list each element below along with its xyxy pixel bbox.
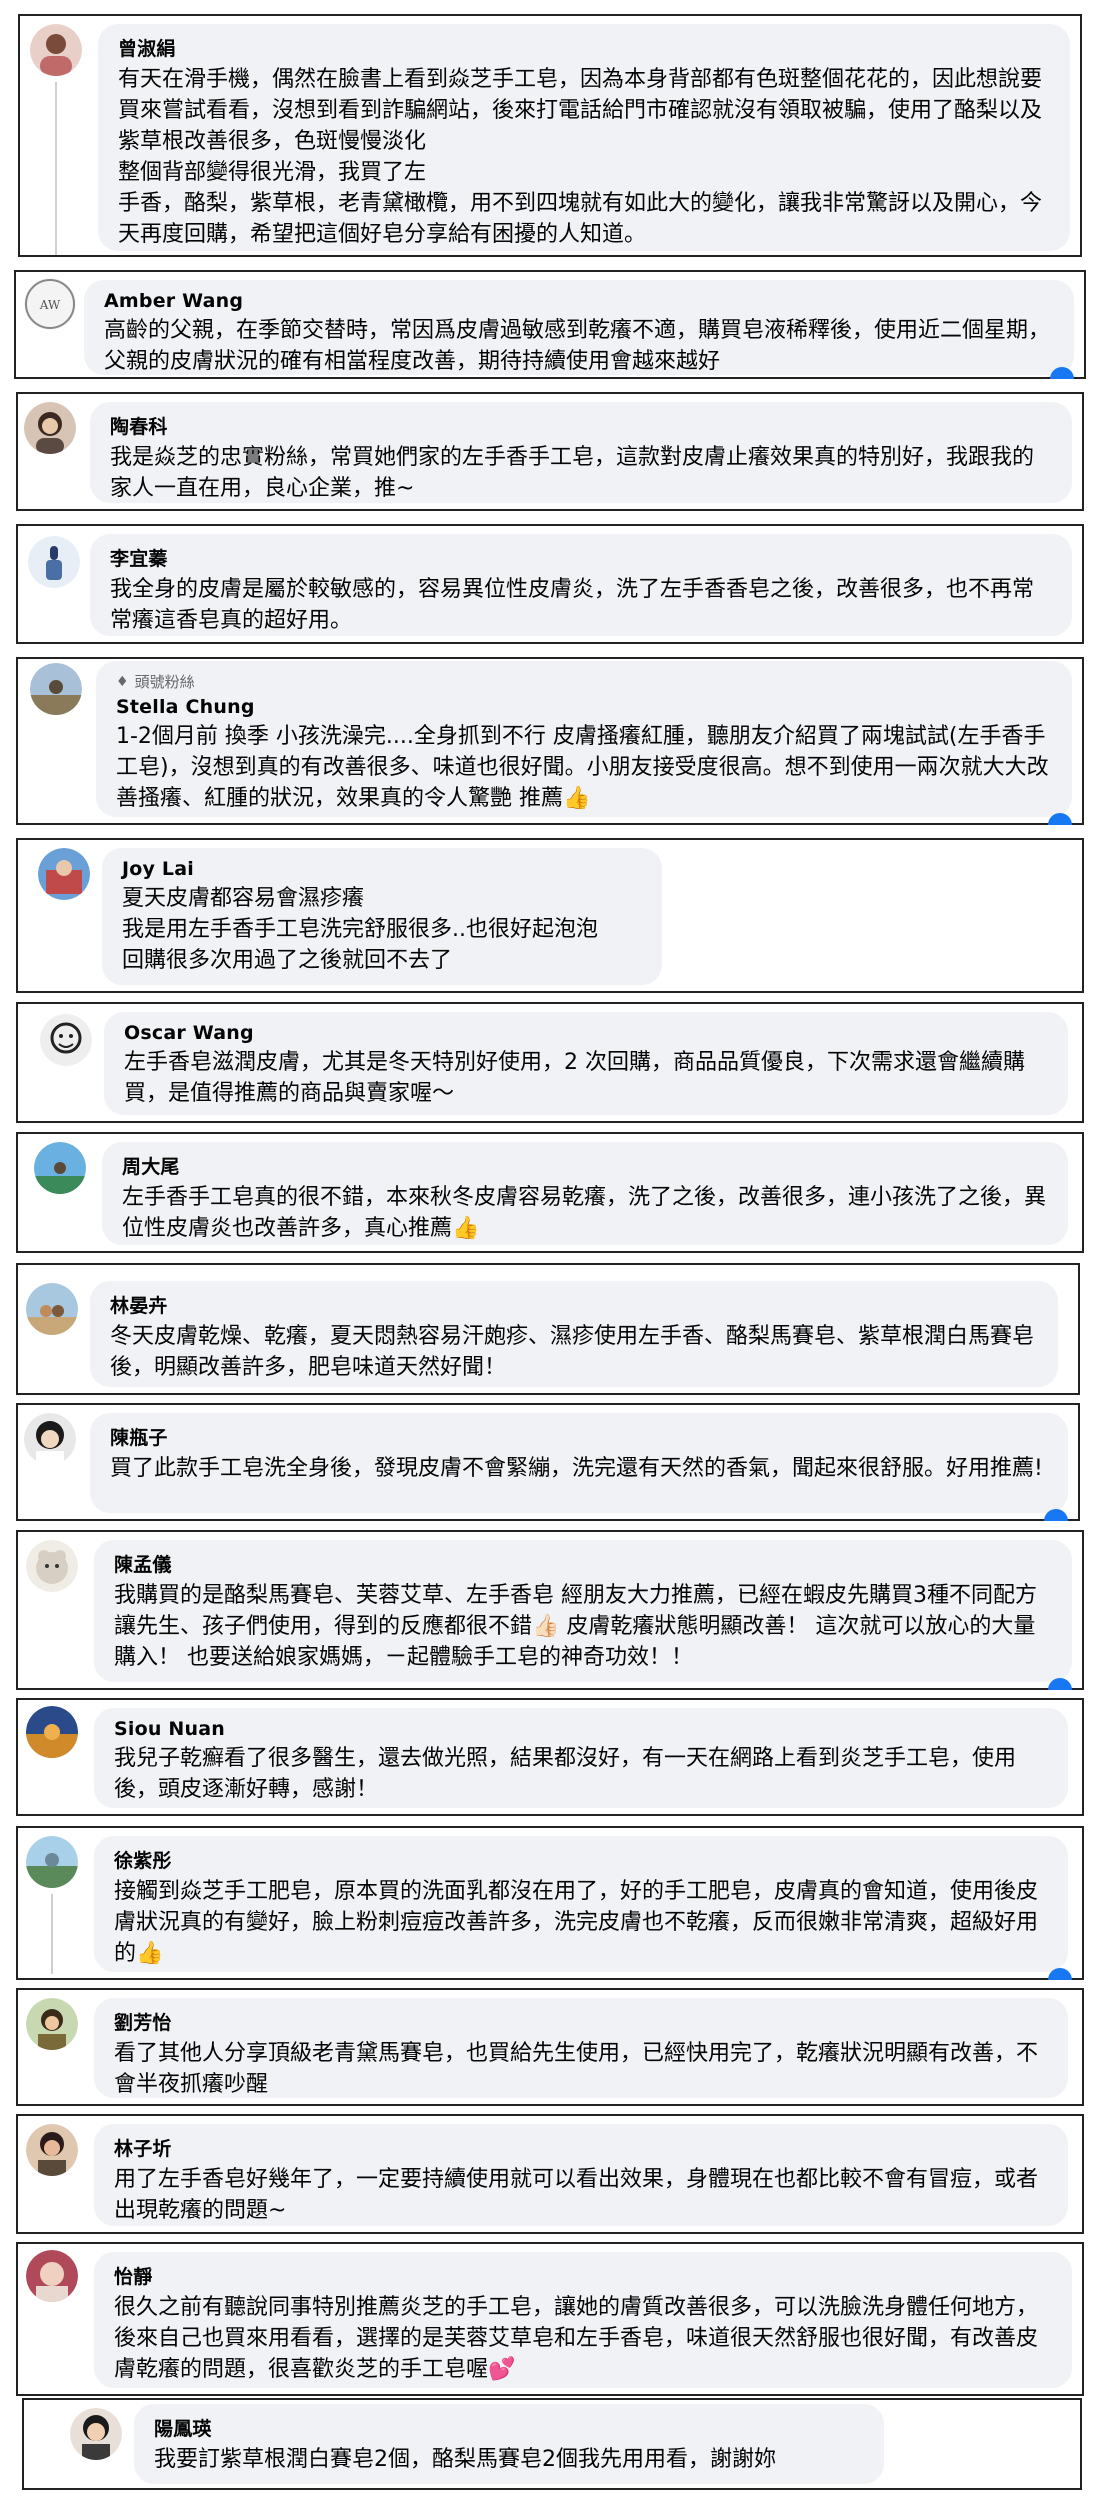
commenter-name[interactable]: 陳孟儀 [114, 1550, 1052, 1577]
comment-bubble: 怡靜 很久之前有聽說同事特別推薦炎芝的手工皂，讓她的膚質改善很多，可以洗臉洗身體… [94, 2252, 1072, 2388]
comment-bubble: 李宜蓁 我全身的皮膚是屬於較敏感的，容易異位性皮膚炎，洗了左手香香皂之後，改善很… [90, 534, 1072, 636]
diamond-icon: ♦ [116, 673, 129, 690]
reaction-icon[interactable] [1048, 813, 1072, 825]
comment-text: 我兒子乾癬看了很多醫生，還去做光照，結果都沒好，有一天在網路上看到炎芝手工皂，使… [114, 1746, 1017, 1802]
avatar[interactable] [26, 2124, 78, 2176]
comment-bubble: 陽鳳瑛 我要訂紫草根潤白賽皂2個，酪梨馬賽皂2個我先用用看，謝謝妳 [134, 2404, 884, 2484]
comment-text: 我全身的皮膚是屬於較敏感的，容易異位性皮膚炎，洗了左手香香皂之後，改善很多，也不… [110, 577, 1035, 633]
avatar[interactable] [24, 402, 76, 454]
avatar[interactable] [24, 1413, 76, 1465]
badge-label: 頭號粉絲 [134, 673, 195, 691]
comment-card: Siou Nuan 我兒子乾癬看了很多醫生，還去做光照，結果都沒好，有一天在網路… [16, 1698, 1084, 1816]
avatar[interactable] [26, 1706, 78, 1758]
reaction-icon[interactable] [1048, 1678, 1072, 1690]
commenter-name[interactable]: 曾淑絹 [118, 34, 1050, 61]
comment-card: 李宜蓁 我全身的皮膚是屬於較敏感的，容易異位性皮膚炎，洗了左手香香皂之後，改善很… [16, 524, 1084, 644]
reaction-icon[interactable] [1044, 1509, 1068, 1521]
comment-text: 夏天皮膚都容易會濕疹癢 我是用左手香手工皂洗完舒服很多..也很好起泡泡 回購很多… [122, 886, 598, 973]
commenter-name[interactable]: 陶春科 [110, 412, 1052, 439]
avatar[interactable] [30, 663, 82, 715]
commenter-name[interactable]: 林晏卉 [110, 1291, 1038, 1318]
avatar[interactable] [38, 848, 90, 900]
comment-card: 陳瓶子 買了此款手工皂洗全身後，發現皮膚不會緊繃，洗完還有天然的香氣，聞起來很舒… [16, 1403, 1080, 1521]
comment-bubble: Amber Wang 高齡的父親，在季節交替時，常因爲皮膚過敏感到乾癢不適，購買… [84, 280, 1074, 375]
avatar[interactable] [70, 2408, 122, 2460]
comment-bubble: 陶春科 我是焱芝的忠實粉絲，常買她們家的左手香手工皂，這款對皮膚止癢效果真的特別… [90, 402, 1072, 503]
comment-text: 我是焱芝的忠實粉絲，常買她們家的左手香手工皂，這款對皮膚止癢效果真的特別好，我跟… [110, 445, 1035, 501]
comment-card: 林晏卉 冬天皮膚乾燥、乾癢，夏天悶熱容易汗皰疹、濕疹使用左手香、酪梨馬賽皂、紫草… [16, 1263, 1080, 1395]
commenter-name[interactable]: 怡靜 [114, 2262, 1052, 2289]
comment-bubble: ♦ 頭號粉絲 Stella Chung 1-2個月前 換季 小孩洗澡完....全身… [96, 661, 1072, 817]
commenter-name[interactable]: Joy Lai [122, 858, 642, 880]
avatar[interactable] [26, 1540, 78, 1592]
reaction-icon[interactable] [1048, 1968, 1072, 1980]
commenter-name[interactable]: Amber Wang [104, 290, 1054, 312]
commenter-name[interactable]: Siou Nuan [114, 1718, 1048, 1740]
avatar[interactable] [28, 536, 80, 588]
comment-bubble: Joy Lai 夏天皮膚都容易會濕疹癢 我是用左手香手工皂洗完舒服很多..也很好… [102, 848, 662, 985]
svg-text:AW: AW [39, 298, 61, 312]
comment-bubble: 陳孟儀 我購買的是酪梨馬賽皂、芙蓉艾草、左手香皂 經朋友大力推薦，已經在蝦皮先購… [94, 1540, 1072, 1682]
comment-card: AW Amber Wang 高齡的父親，在季節交替時，常因爲皮膚過敏感到乾癢不適… [14, 270, 1086, 379]
avatar[interactable]: AW [24, 278, 76, 330]
top-fan-badge[interactable]: ♦ 頭號粉絲 [116, 671, 1052, 692]
avatar[interactable] [26, 1836, 78, 1888]
comment-card: 周大尾 左手香手工皂真的很不錯，本來秋冬皮膚容易乾癢，洗了之後，改善很多，連小孩… [16, 1132, 1084, 1253]
comment-bubble: 林晏卉 冬天皮膚乾燥、乾癢，夏天悶熱容易汗皰疹、濕疹使用左手香、酪梨馬賽皂、紫草… [90, 1281, 1058, 1387]
avatar[interactable] [30, 24, 82, 76]
commenter-name[interactable]: 周大尾 [122, 1152, 1048, 1179]
comment-card: ♦ 頭號粉絲 Stella Chung 1-2個月前 換季 小孩洗澡完....全身… [16, 657, 1084, 825]
comment-text: 左手香皂滋潤皮膚，尤其是冬天特別好使用，2 次回購，商品品質優良，下次需求還會繼… [124, 1050, 1025, 1106]
thread-line [51, 1894, 53, 1974]
reaction-icon[interactable] [1050, 367, 1074, 379]
comment-card: 林子圻 用了左手香皂好幾年了，一定要持續使用就可以看出效果，身體現在也都比較不會… [16, 2114, 1084, 2234]
comment-card: 劉芳怡 看了其他人分享頂級老青黛馬賽皂，也買給先生使用，已經快用完了，乾癢狀況明… [16, 1988, 1084, 2106]
commenter-name[interactable]: 陳瓶子 [110, 1423, 1048, 1450]
comment-card: 陳孟儀 我購買的是酪梨馬賽皂、芙蓉艾草、左手香皂 經朋友大力推薦，已經在蝦皮先購… [16, 1530, 1084, 1690]
comment-card: 怡靜 很久之前有聽說同事特別推薦炎芝的手工皂，讓她的膚質改善很多，可以洗臉洗身體… [16, 2242, 1084, 2396]
comment-card: 徐紫彤 接觸到焱芝手工肥皂，原本買的洗面乳都沒在用了，好的手工肥皂，皮膚真的會知… [16, 1826, 1084, 1980]
comment-bubble: 曾淑絹 有天在滑手機，偶然在臉書上看到焱芝手工皂，因為本身背部都有色斑整個花花的… [98, 24, 1070, 251]
comment-bubble: 周大尾 左手香手工皂真的很不錯，本來秋冬皮膚容易乾癢，洗了之後，改善很多，連小孩… [102, 1142, 1068, 1245]
commenter-name[interactable]: 林子圻 [114, 2134, 1048, 2161]
comment-text: 接觸到焱芝手工肥皂，原本買的洗面乳都沒在用了，好的手工肥皂，皮膚真的會知道，使用… [114, 1879, 1039, 1966]
comment-bubble: Oscar Wang 左手香皂滋潤皮膚，尤其是冬天特別好使用，2 次回購，商品品… [104, 1012, 1068, 1115]
comment-bubble: 徐紫彤 接觸到焱芝手工肥皂，原本買的洗面乳都沒在用了，好的手工肥皂，皮膚真的會知… [94, 1836, 1068, 1972]
comment-card: 陶春科 我是焱芝的忠實粉絲，常買她們家的左手香手工皂，這款對皮膚止癢效果真的特別… [16, 392, 1084, 511]
comment-text: 1-2個月前 換季 小孩洗澡完....全身抓到不行 皮膚搔癢紅腫，聽朋友介紹買了… [116, 724, 1049, 811]
comment-text: 我要訂紫草根潤白賽皂2個，酪梨馬賽皂2個我先用用看，謝謝妳 [154, 2447, 776, 2472]
comment-text: 高齡的父親，在季節交替時，常因爲皮膚過敏感到乾癢不適，購買皂液稀釋後，使用近二個… [104, 318, 1051, 374]
avatar[interactable] [26, 1283, 78, 1335]
comment-card: Oscar Wang 左手香皂滋潤皮膚，尤其是冬天特別好使用，2 次回購，商品品… [16, 1002, 1084, 1123]
comment-text: 我購買的是酪梨馬賽皂、芙蓉艾草、左手香皂 經朋友大力推薦，已經在蝦皮先購買3種不… [114, 1583, 1037, 1670]
avatar[interactable] [26, 2250, 78, 2302]
comment-bubble: Siou Nuan 我兒子乾癬看了很多醫生，還去做光照，結果都沒好，有一天在網路… [94, 1708, 1068, 1808]
comment-text: 有天在滑手機，偶然在臉書上看到焱芝手工皂，因為本身背部都有色斑整個花花的，因此想… [118, 67, 1043, 247]
commenter-name[interactable]: 劉芳怡 [114, 2008, 1048, 2035]
comment-bubble: 陳瓶子 買了此款手工皂洗全身後，發現皮膚不會緊繃，洗完還有天然的香氣，聞起來很舒… [90, 1413, 1068, 1513]
commenter-name[interactable]: 李宜蓁 [110, 544, 1052, 571]
comment-text: 冬天皮膚乾燥、乾癢，夏天悶熱容易汗皰疹、濕疹使用左手香、酪梨馬賽皂、紫草根潤白馬… [110, 1324, 1035, 1380]
commenter-name[interactable]: 陽鳳瑛 [154, 2414, 864, 2441]
comment-text: 看了其他人分享頂級老青黛馬賽皂，也買給先生使用，已經快用完了，乾癢狀況明顯有改善… [114, 2041, 1039, 2097]
thread-line [55, 82, 57, 255]
comment-text: 左手香手工皂真的很不錯，本來秋冬皮膚容易乾癢，洗了之後，改善很多，連小孩洗了之後… [122, 1185, 1047, 1241]
comment-card: 陽鳳瑛 我要訂紫草根潤白賽皂2個，酪梨馬賽皂2個我先用用看，謝謝妳 [22, 2398, 1082, 2490]
commenter-name[interactable]: Stella Chung [116, 696, 1052, 718]
comment-card: 曾淑絹 有天在滑手機，偶然在臉書上看到焱芝手工皂，因為本身背部都有色斑整個花花的… [18, 14, 1082, 257]
avatar[interactable] [34, 1142, 86, 1194]
comment-bubble: 林子圻 用了左手香皂好幾年了，一定要持續使用就可以看出效果，身體現在也都比較不會… [94, 2124, 1068, 2226]
comment-card: Joy Lai 夏天皮膚都容易會濕疹癢 我是用左手香手工皂洗完舒服很多..也很好… [16, 838, 1084, 993]
comment-text: 用了左手香皂好幾年了，一定要持續使用就可以看出效果，身體現在也都比較不會有冒痘，… [114, 2167, 1039, 2223]
commenter-name[interactable]: Oscar Wang [124, 1022, 1048, 1044]
comment-bubble: 劉芳怡 看了其他人分享頂級老青黛馬賽皂，也買給先生使用，已經快用完了，乾癢狀況明… [94, 1998, 1068, 2098]
comment-text: 很久之前有聽說同事特別推薦炎芝的手工皂，讓她的膚質改善很多，可以洗臉洗身體任何地… [114, 2295, 1039, 2382]
comment-text: 買了此款手工皂洗全身後，發現皮膚不會緊繃，洗完還有天然的香氣，聞起來很舒服。好用… [110, 1456, 1043, 1481]
avatar[interactable] [40, 1014, 92, 1066]
commenter-name[interactable]: 徐紫彤 [114, 1846, 1048, 1873]
avatar[interactable] [26, 1998, 78, 2050]
